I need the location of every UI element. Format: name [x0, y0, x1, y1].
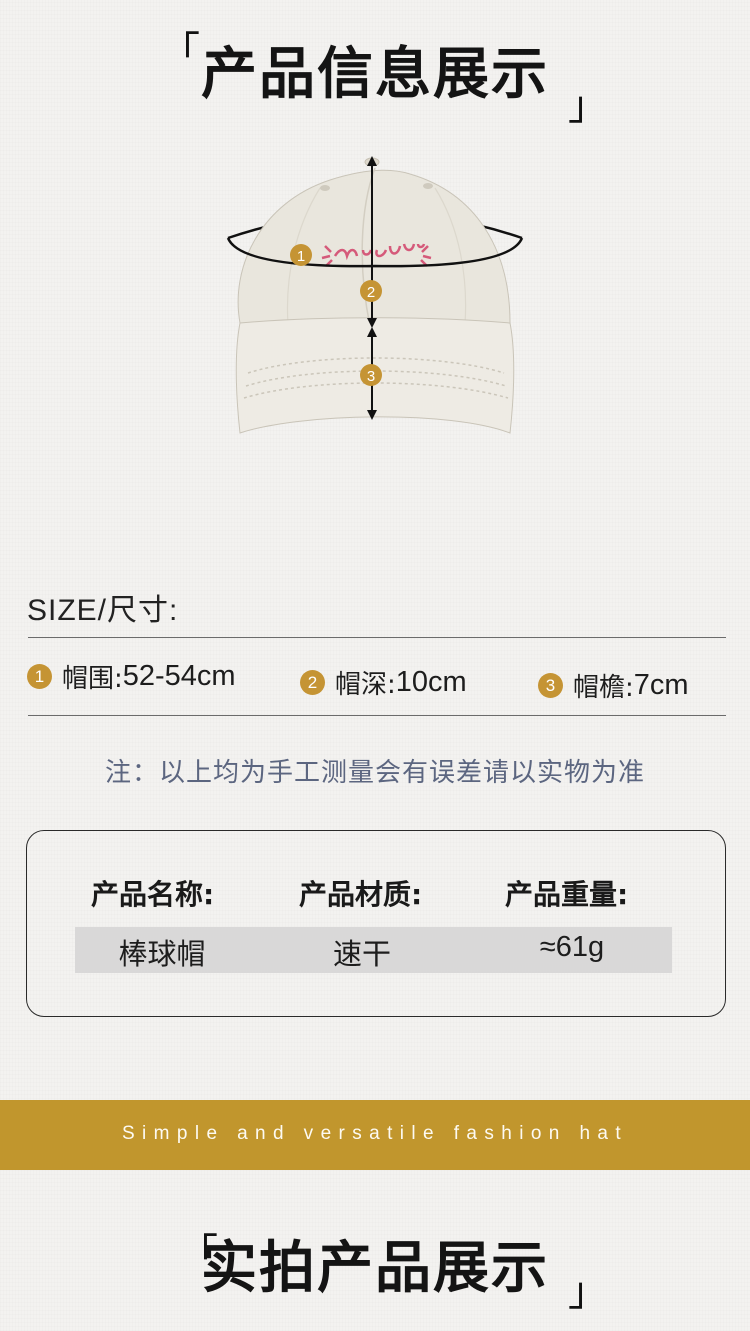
size-label: 帽围:	[62, 664, 123, 694]
size-value: 52-54cm	[122, 660, 236, 692]
size-item-circumference: 1 帽围: 52-54cm	[27, 658, 236, 695]
marker-1: 1	[290, 244, 312, 266]
size-label: 帽深:	[335, 670, 396, 700]
svg-text:2: 2	[367, 284, 375, 301]
divider-bottom	[28, 715, 726, 716]
size-item-brim: 3 帽檐: 7cm	[538, 667, 689, 704]
value-product-weight: ≈61g	[539, 931, 605, 963]
size-number-badge: 1	[27, 664, 52, 689]
value-product-name: 棒球帽	[118, 937, 206, 971]
tagline-banner: Simple and versatile fashion hat	[0, 1100, 750, 1170]
marker-2: 2	[360, 280, 382, 302]
tagline-text: Simple and versatile fashion hat	[121, 1123, 629, 1144]
size-number-badge: 3	[538, 673, 563, 698]
size-number-badge: 2	[300, 670, 325, 695]
value-product-material: 速干	[332, 937, 391, 971]
section-heading-real-photos: 「 实拍产品展示 」	[0, 1222, 750, 1312]
hat-measurement-diagram: 1 2 3	[226, 156, 524, 434]
svg-text:3: 3	[367, 368, 375, 385]
svg-text:1: 1	[297, 248, 305, 265]
size-value: 7cm	[633, 669, 689, 701]
size-item-depth: 2 帽深: 10cm	[300, 664, 467, 701]
header-product-material: 产品材质:	[299, 878, 423, 911]
product-info-card: 产品名称: 产品材质: 产品重量: 棒球帽 速干 ≈61g	[26, 830, 726, 1017]
marker-3: 3	[360, 364, 382, 386]
section-heading-product-info: 「 产品信息展示 」	[0, 28, 750, 126]
header-product-name: 产品名称:	[91, 878, 215, 911]
section-title: 实拍产品展示	[201, 1236, 549, 1301]
measurement-note: 注：以上均为手工测量会有误差请以实物为准	[104, 758, 645, 788]
header-product-weight: 产品重量:	[505, 878, 629, 911]
bracket-close: 」	[568, 83, 608, 129]
divider-top	[28, 637, 726, 638]
size-value: 10cm	[395, 666, 467, 698]
size-label: 帽檐:	[573, 673, 634, 703]
bracket-close: 」	[568, 1269, 608, 1315]
page-title: 产品信息展示	[201, 42, 549, 107]
size-heading: SIZE/尺寸:	[27, 594, 179, 627]
